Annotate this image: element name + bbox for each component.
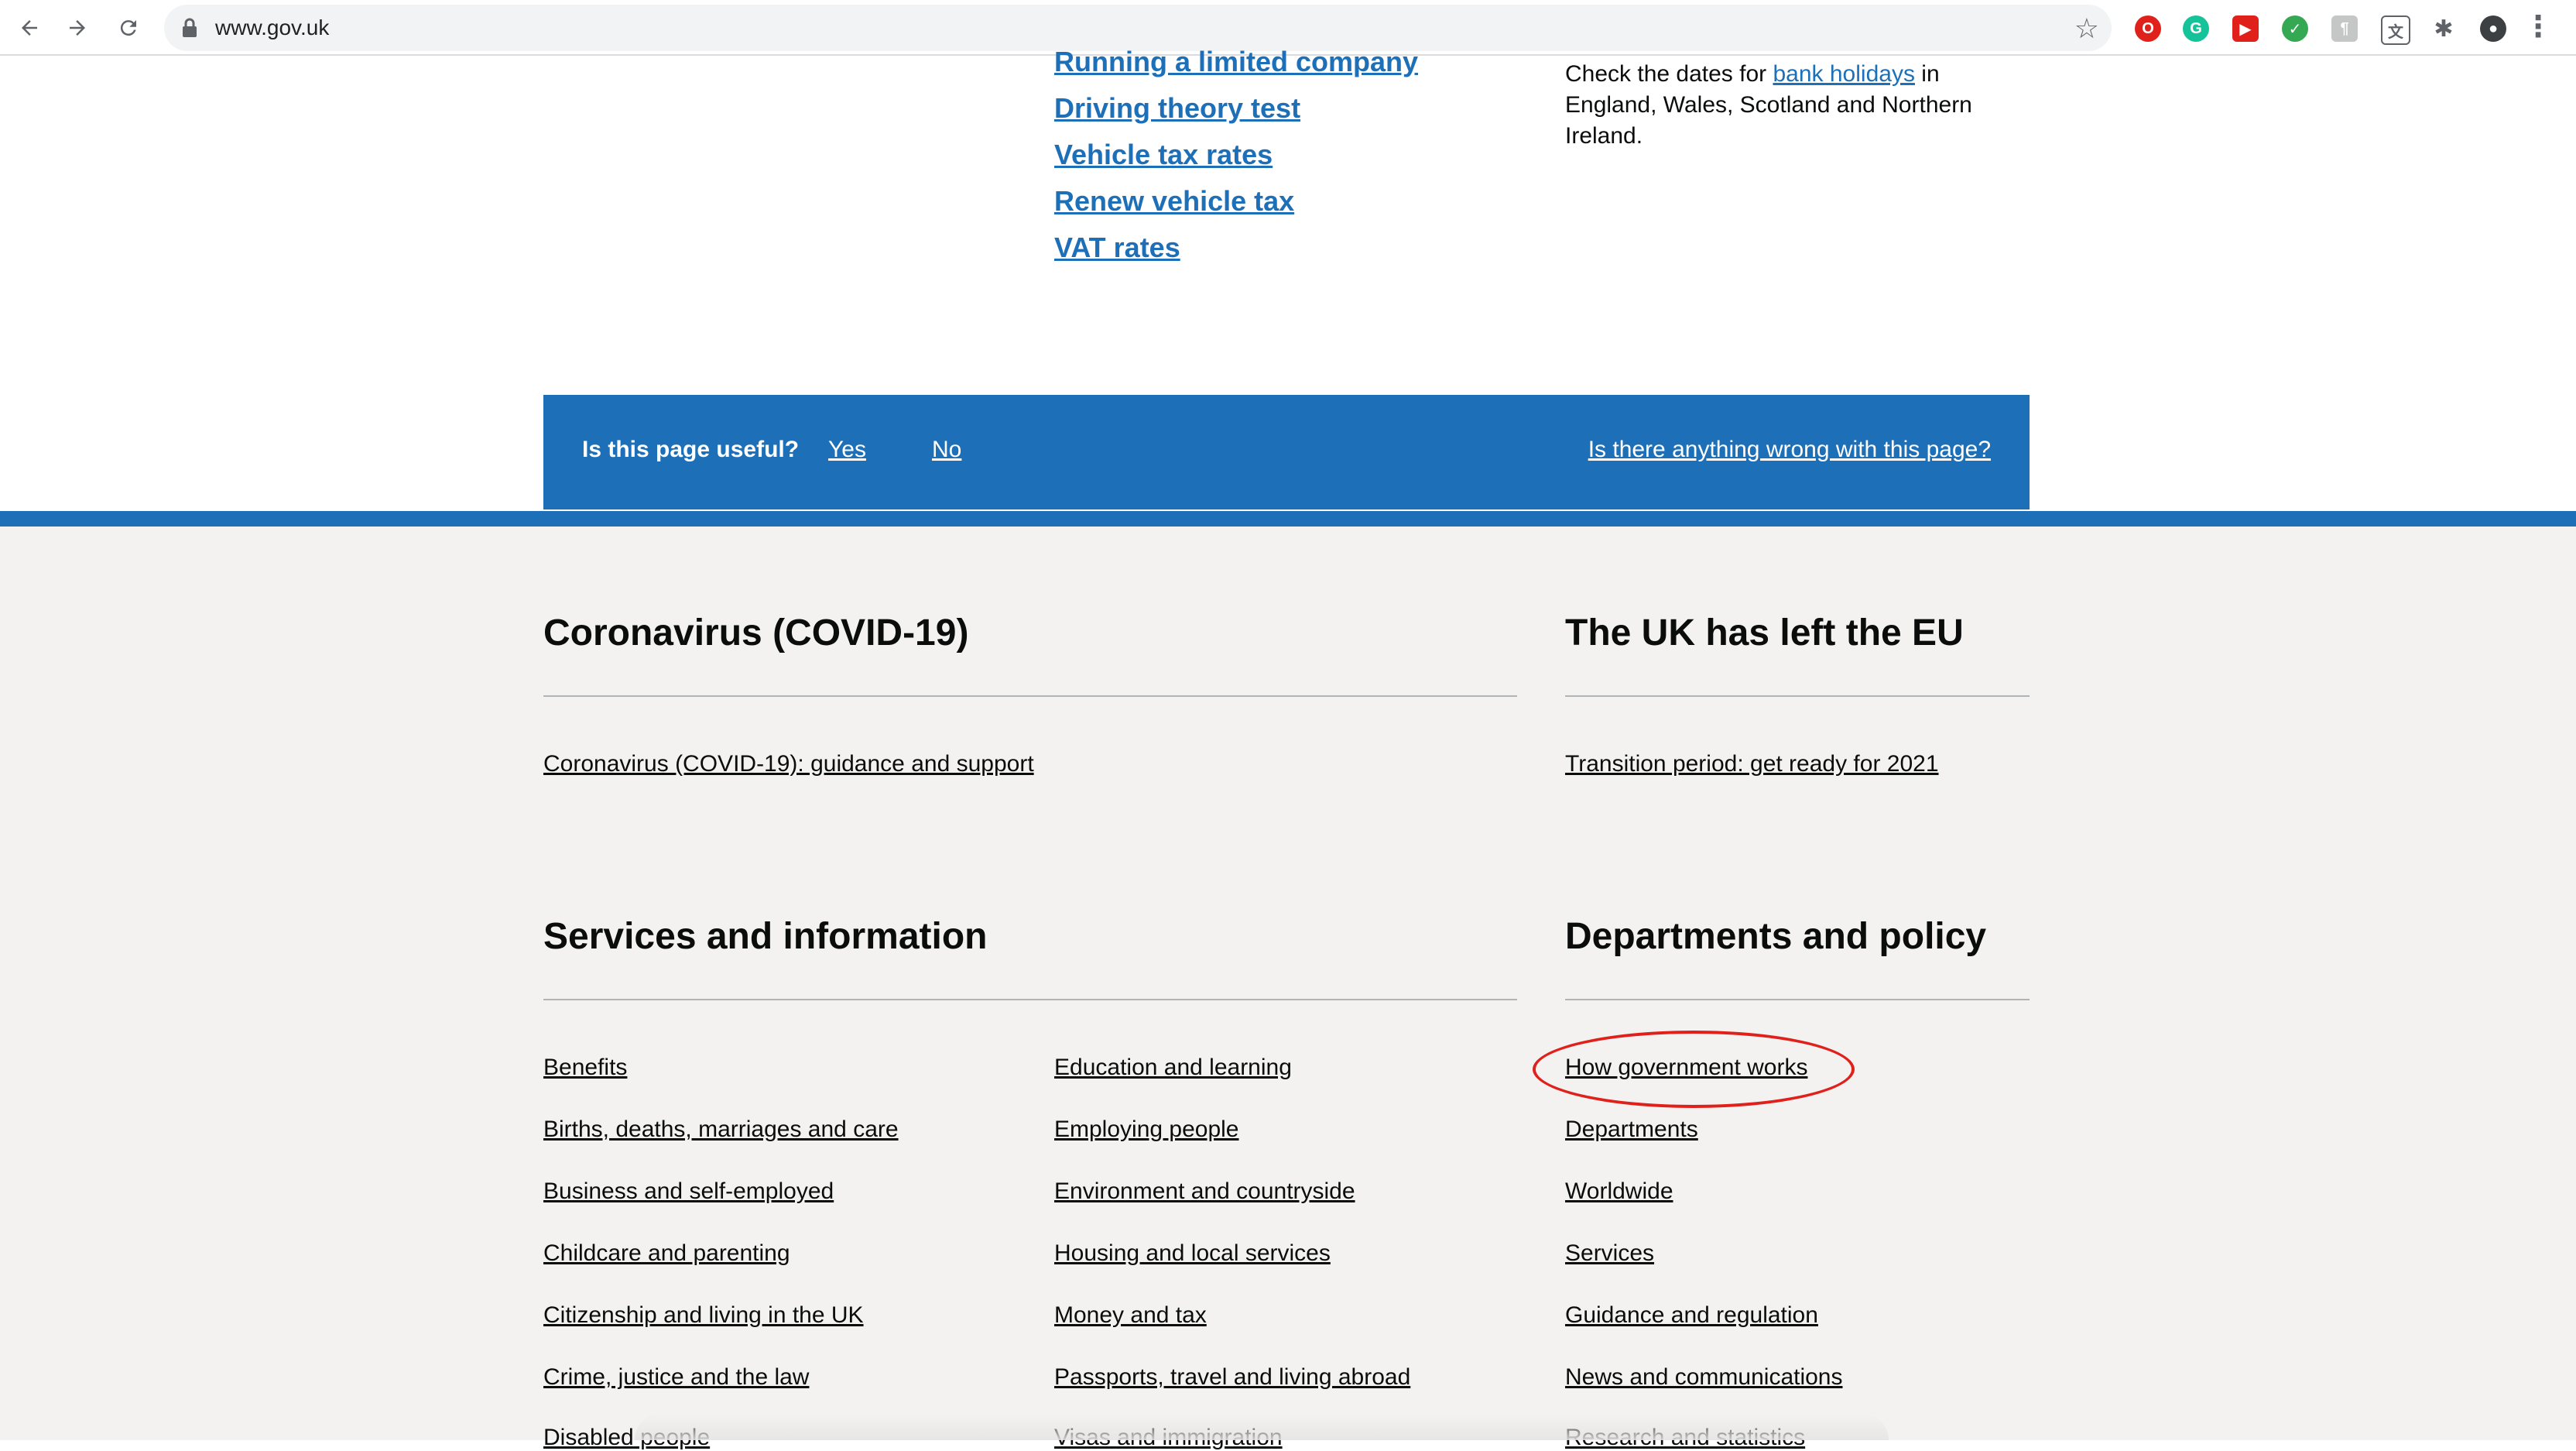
menu-dots-icon[interactable]: ⋮ [2523, 9, 2553, 44]
service-link[interactable]: Passports, travel and living abroad [1054, 1364, 1410, 1391]
service-link[interactable]: Business and self-employed [543, 1178, 834, 1205]
feedback-yes-link[interactable]: Yes [828, 437, 866, 463]
coronavirus-link[interactable]: Coronavirus (COVID-19): guidance and sup… [543, 751, 1034, 777]
bottom-shadow [635, 1413, 1889, 1440]
guidance-link[interactable]: Guidance and regulation [1565, 1302, 1818, 1329]
profile-avatar[interactable]: ● [2480, 15, 2506, 42]
popular-link[interactable]: Driving theory test [1054, 90, 1418, 136]
departments-link[interactable]: Departments [1565, 1117, 1698, 1143]
footer: Coronavirus (COVID-19) Coronavirus (COVI… [0, 527, 2576, 1450]
divider [1565, 999, 2030, 1000]
departments-heading: Departments and policy [1565, 916, 1987, 957]
bank-holidays-link[interactable]: bank holidays [1773, 61, 1914, 87]
service-link[interactable]: Housing and local services [1054, 1240, 1331, 1267]
opera-icon[interactable]: O [2135, 15, 2161, 42]
services-link[interactable]: Services [1565, 1240, 1654, 1267]
feedback-no-link[interactable]: No [932, 437, 961, 463]
brexit-heading: The UK has left the EU [1565, 612, 1964, 653]
service-link[interactable]: Money and tax [1054, 1302, 1207, 1329]
lock-icon [181, 17, 198, 43]
popular-links-list: Running a limited company Driving theory… [1054, 43, 1418, 276]
back-arrow-icon[interactable] [11, 9, 48, 46]
feedback-question: Is this page useful? [582, 437, 800, 462]
puzzle-icon[interactable]: ✱ [2430, 15, 2457, 42]
service-link[interactable]: Environment and countryside [1054, 1178, 1355, 1205]
holidays-pre: Check the dates for [1565, 61, 1773, 87]
reload-icon[interactable] [110, 9, 147, 46]
service-link[interactable]: Education and learning [1054, 1055, 1292, 1081]
service-link[interactable]: Benefits [543, 1055, 627, 1081]
services-heading: Services and information [543, 916, 988, 957]
news-link[interactable]: News and communications [1565, 1364, 1843, 1391]
divider [543, 999, 1517, 1000]
service-link[interactable]: Citizenship and living in the UK [543, 1302, 864, 1329]
url-text: www.gov.uk [215, 15, 330, 39]
report-problem-link[interactable]: Is there anything wrong with this page? [1588, 437, 1991, 463]
footer-top-border [0, 511, 2576, 527]
coronavirus-heading: Coronavirus (COVID-19) [543, 612, 969, 653]
translate-icon[interactable]: 文 [2381, 15, 2410, 45]
popular-link[interactable]: Renew vehicle tax [1054, 183, 1418, 229]
service-link[interactable]: Employing people [1054, 1117, 1239, 1143]
shield-icon[interactable]: ✓ [2282, 15, 2308, 42]
extension-grey-icon[interactable]: ¶ [2331, 15, 2358, 42]
bank-holidays-text: Check the dates for bank holidays in Eng… [1565, 59, 2014, 152]
transition-link[interactable]: Transition period: get ready for 2021 [1565, 751, 1939, 777]
youtube-icon[interactable]: ▶ [2232, 15, 2259, 42]
divider [1565, 695, 2030, 697]
service-link[interactable]: Births, deaths, marriages and care [543, 1117, 899, 1143]
popular-link[interactable]: Vehicle tax rates [1054, 136, 1418, 183]
worldwide-link[interactable]: Worldwide [1565, 1178, 1673, 1205]
highlight-circle-annotation [1533, 1031, 1855, 1108]
forward-arrow-icon[interactable] [59, 9, 96, 46]
popular-link[interactable]: VAT rates [1054, 229, 1418, 276]
service-link[interactable]: Childcare and parenting [543, 1240, 790, 1267]
grammarly-icon[interactable]: G [2183, 15, 2209, 42]
popular-link[interactable]: Running a limited company [1054, 43, 1418, 90]
divider [543, 695, 1517, 697]
star-icon[interactable]: ☆ [2074, 12, 2099, 45]
page-feedback-bar: Is this page useful? Yes No Is there any… [543, 395, 2030, 509]
service-link[interactable]: Crime, justice and the law [543, 1364, 809, 1391]
